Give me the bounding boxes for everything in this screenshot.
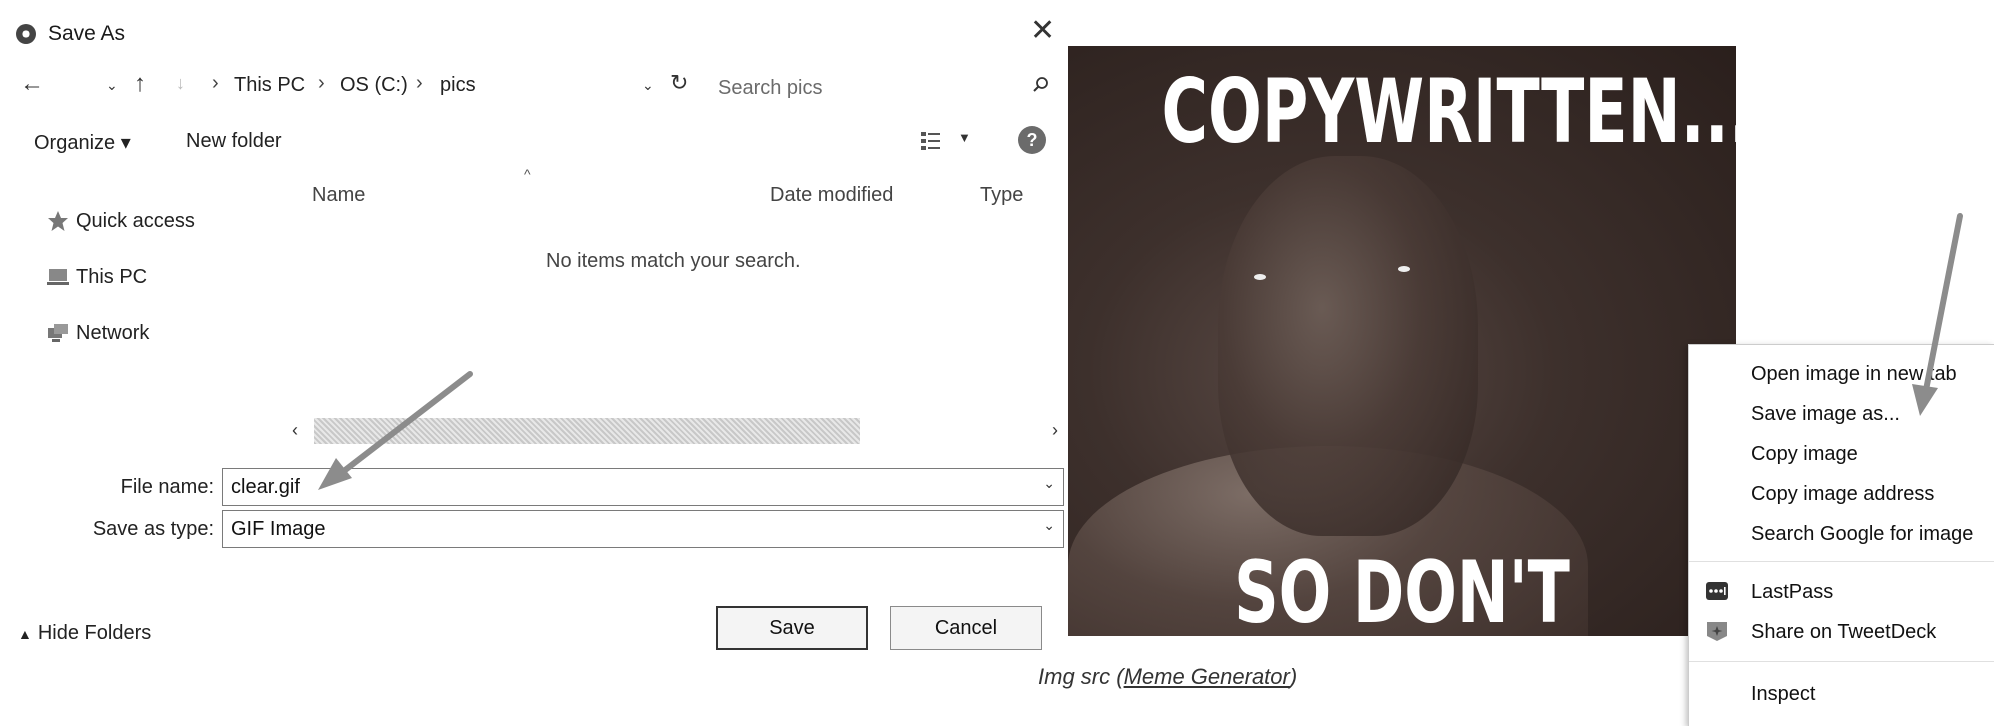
caption-suffix: )	[1289, 664, 1298, 689]
menu-item-open-image-new-tab[interactable]: Open image in new tab	[1751, 363, 1957, 386]
nav-item-label: Quick access	[76, 209, 195, 232]
search-box	[718, 69, 1058, 107]
save-as-type-label: Save as type:	[92, 518, 214, 540]
refresh-icon[interactable]: ↻	[670, 72, 688, 94]
file-name-dropdown-chevron-icon[interactable]: ⌄	[1043, 475, 1055, 492]
meme-image[interactable]: COPYWRITTEN..... SO DON'T COPY ME!!!	[1068, 46, 1736, 636]
column-header-name[interactable]: Name	[312, 184, 365, 207]
menu-item-copy-image-address[interactable]: Copy image address	[1751, 483, 1934, 506]
menu-item-search-google-for-image[interactable]: Search Google for image	[1751, 523, 1973, 546]
view-dropdown-caret-icon[interactable]: ▼	[958, 130, 971, 145]
chevron-up-icon: ▲	[18, 626, 32, 642]
address-bar: ← ⌄ ↑ ↓ › This PC › OS (C:) › pics ⌄ ↻	[0, 66, 1068, 110]
cancel-button[interactable]: Cancel	[890, 606, 1042, 650]
menu-item-share-on-tweetdeck[interactable]: Share on TweetDeck	[1751, 621, 1936, 644]
help-icon[interactable]: ?	[1018, 126, 1046, 154]
context-menu: Open image in new tab Save image as... C…	[1688, 344, 1994, 726]
meme-bottom-text: SO DON'T COPY ME!!!	[1234, 543, 1570, 636]
save-as-type-dropdown-chevron-icon[interactable]: ⌄	[1043, 517, 1055, 534]
network-icon	[48, 324, 68, 342]
back-arrow-icon[interactable]: ←	[20, 72, 44, 96]
dialog-title: Save As	[48, 22, 126, 45]
nav-item-network[interactable]: Network	[46, 318, 149, 348]
menu-item-copy-image[interactable]: Copy image	[1751, 443, 1858, 466]
column-header-type[interactable]: Type	[980, 184, 1023, 207]
menu-separator	[1689, 561, 1994, 562]
new-folder-button[interactable]: New folder	[186, 130, 282, 153]
file-name-input[interactable]	[223, 469, 1023, 505]
meme-eye-left	[1254, 274, 1266, 280]
nav-item-this-pc[interactable]: This PC	[46, 262, 147, 292]
save-as-type-value: GIF Image	[231, 518, 326, 540]
dialog-titlebar: Save As ✕	[0, 0, 1068, 66]
hide-folders-toggle[interactable]: ▲ Hide Folders	[18, 622, 151, 645]
close-icon[interactable]: ✕	[1030, 16, 1055, 46]
menu-item-inspect[interactable]: Inspect	[1751, 683, 1815, 706]
down-arrow-icon: ↓	[176, 73, 185, 93]
search-input[interactable]	[718, 69, 1018, 107]
view-options-icon[interactable]	[920, 130, 942, 152]
scroll-left-icon[interactable]: ‹	[292, 420, 298, 441]
nav-item-quick-access[interactable]: Quick access	[46, 206, 195, 236]
save-as-type-select[interactable]: GIF Image ⌄	[222, 510, 1064, 548]
up-arrow-icon[interactable]: ↑	[134, 72, 146, 96]
menu-item-save-image-as[interactable]: Save image as...	[1751, 403, 1900, 426]
menu-item-lastpass[interactable]: LastPass	[1751, 581, 1833, 604]
save-button[interactable]: Save	[716, 606, 868, 650]
address-dropdown-chevron-icon[interactable]: ⌄	[642, 78, 654, 92]
recent-locations-chevron-icon[interactable]: ⌄	[106, 78, 118, 92]
nav-item-label: This PC	[76, 265, 148, 288]
breadcrumb-separator: ›	[416, 72, 423, 94]
meme-top-text: COPYWRITTEN.....	[1161, 60, 1736, 163]
file-name-field: ⌄	[222, 468, 1064, 506]
breadcrumb-separator: ›	[212, 72, 219, 94]
breadcrumb-separator: ›	[318, 72, 325, 94]
meme-generator-link[interactable]: Meme Generator	[1124, 664, 1290, 689]
sort-caret-icon: ^	[524, 166, 531, 182]
breadcrumb-pics[interactable]: pics	[440, 74, 476, 97]
meme-eye-right	[1398, 266, 1410, 272]
empty-folder-message: No items match your search.	[546, 250, 801, 272]
meme-figure-face	[1218, 156, 1478, 536]
command-bar: Organize ▾ New folder ▼	[0, 118, 1068, 168]
hide-folders-label: Hide Folders	[37, 622, 152, 644]
menu-separator	[1689, 661, 1994, 662]
breadcrumb-os-c[interactable]: OS (C:)	[340, 74, 408, 97]
chrome-icon	[16, 24, 36, 44]
caption-prefix: Img src (	[1038, 664, 1124, 689]
organize-button[interactable]: Organize ▾	[34, 130, 131, 155]
horizontal-scrollbar-thumb[interactable]	[314, 418, 860, 444]
scroll-right-icon[interactable]: ›	[1052, 420, 1058, 441]
nav-item-label: Network	[76, 321, 150, 344]
star-icon	[48, 211, 68, 231]
breadcrumb-this-pc[interactable]: This PC	[234, 74, 305, 97]
computer-icon	[47, 269, 69, 285]
file-name-label: File name:	[120, 476, 214, 498]
search-icon[interactable]	[1032, 76, 1050, 94]
tweetdeck-icon	[1707, 622, 1727, 641]
save-as-dialog: Save As ✕ ← ⌄ ↑ ↓ › This PC › OS (C:) › …	[0, 0, 1068, 726]
lastpass-icon	[1706, 582, 1728, 600]
image-caption: Img src (Meme Generator)	[1038, 664, 1297, 690]
column-header-date-modified[interactable]: Date modified	[770, 184, 893, 207]
